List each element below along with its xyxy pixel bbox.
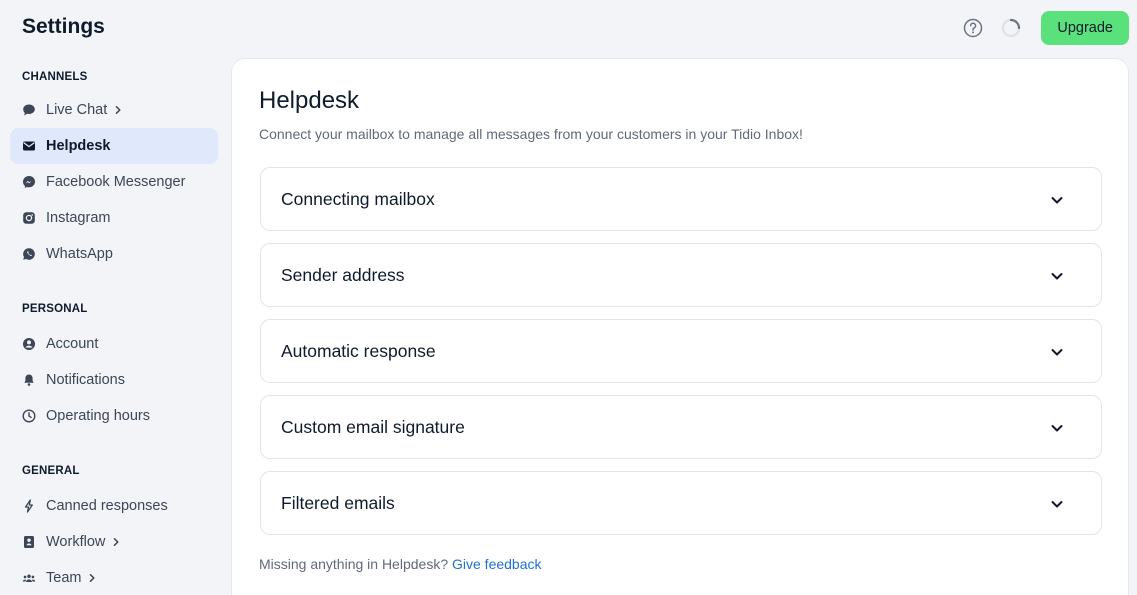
feedback-text: Missing anything in Helpdesk?: [259, 556, 449, 572]
workflow-icon: [22, 535, 36, 549]
chevron-right-icon: [113, 105, 123, 115]
accordion-connecting-mailbox[interactable]: Connecting mailbox: [260, 167, 1102, 231]
page-title: Settings: [22, 15, 105, 38]
lightning-icon: [22, 499, 36, 513]
accordion-label: Connecting mailbox: [281, 188, 435, 209]
feedback-note: Missing anything in Helpdesk? Give feedb…: [259, 556, 542, 572]
chevron-down-icon: [1049, 268, 1065, 284]
team-icon: [22, 571, 36, 585]
bell-icon: [22, 373, 36, 387]
sidebar-item-canned-responses[interactable]: Canned responses: [10, 488, 218, 524]
whatsapp-icon: [22, 247, 36, 261]
chevron-down-icon: [1049, 496, 1065, 512]
main-panel: Helpdesk Connect your mailbox to manage …: [231, 58, 1129, 595]
clock-icon: [22, 409, 36, 423]
instagram-icon: [22, 211, 36, 225]
upgrade-button[interactable]: Upgrade: [1041, 11, 1129, 45]
sidebar-item-label: Notifications: [46, 372, 125, 388]
section-header-personal: PERSONAL: [22, 303, 88, 315]
chevron-right-icon: [111, 537, 121, 547]
section-subtitle: Connect your mailbox to manage all messa…: [259, 126, 803, 142]
chevron-right-icon: [87, 573, 97, 583]
sidebar-item-live-chat[interactable]: Live Chat: [10, 92, 218, 128]
sidebar-item-label: Account: [46, 336, 99, 352]
sidebar-item-label: Instagram: [46, 210, 111, 226]
accordion-sender-address[interactable]: Sender address: [260, 243, 1102, 307]
chat-bubble-icon: [22, 103, 36, 117]
accordion-label: Sender address: [281, 264, 405, 285]
sidebar-item-label: Canned responses: [46, 498, 168, 514]
sidebar-item-label: Operating hours: [46, 408, 150, 424]
sidebar: CHANNELS Live Chat Helpdesk Facebook Mes…: [0, 58, 230, 595]
topbar-actions: Upgrade: [961, 11, 1129, 45]
envelope-icon: [22, 139, 36, 153]
messenger-icon: [22, 175, 36, 189]
sidebar-item-label: Live Chat: [46, 102, 108, 118]
sidebar-item-label: Team: [46, 570, 82, 586]
accordion-label: Custom email signature: [281, 416, 465, 437]
sidebar-item-workflow[interactable]: Workflow: [10, 524, 218, 560]
sidebar-item-operating-hours[interactable]: Operating hours: [10, 398, 218, 434]
sidebar-item-label: Facebook Messenger: [46, 174, 186, 190]
chevron-down-icon: [1049, 344, 1065, 360]
question-circle-icon[interactable]: [961, 16, 985, 40]
sidebar-item-facebook-messenger[interactable]: Facebook Messenger: [10, 164, 218, 200]
spinner-icon[interactable]: [999, 16, 1023, 40]
chevron-down-icon: [1049, 192, 1065, 208]
accordion-label: Filtered emails: [281, 492, 395, 513]
sidebar-item-label: Workflow: [46, 534, 106, 550]
section-title: Helpdesk: [259, 87, 360, 114]
section-header-general: GENERAL: [22, 465, 80, 477]
section-header-channels: CHANNELS: [22, 71, 88, 83]
sidebar-item-team[interactable]: Team: [10, 560, 218, 595]
user-circle-icon: [22, 337, 36, 351]
sidebar-item-label: WhatsApp: [46, 246, 113, 262]
sidebar-item-whatsapp[interactable]: WhatsApp: [10, 236, 218, 272]
sidebar-item-account[interactable]: Account: [10, 326, 218, 362]
sidebar-item-label: Helpdesk: [46, 138, 111, 154]
give-feedback-link[interactable]: Give feedback: [452, 556, 542, 572]
sidebar-item-notifications[interactable]: Notifications: [10, 362, 218, 398]
sidebar-item-helpdesk[interactable]: Helpdesk: [10, 128, 218, 164]
chevron-down-icon: [1049, 420, 1065, 436]
accordion-label: Automatic response: [281, 340, 436, 361]
accordion-custom-email-signature[interactable]: Custom email signature: [260, 395, 1102, 459]
accordion-automatic-response[interactable]: Automatic response: [260, 319, 1102, 383]
accordion-filtered-emails[interactable]: Filtered emails: [260, 471, 1102, 535]
sidebar-item-instagram[interactable]: Instagram: [10, 200, 218, 236]
